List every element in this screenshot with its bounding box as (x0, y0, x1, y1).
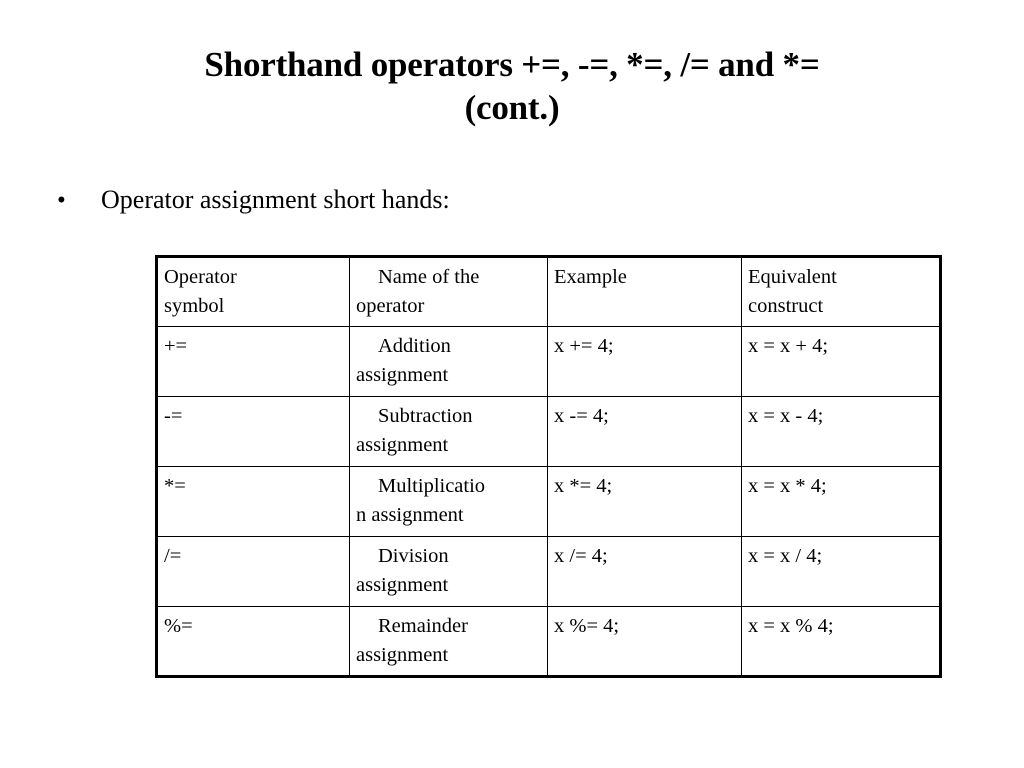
row-3-operator-name-line-1: Division (378, 545, 449, 567)
row-1-equivalent: x = x - 4; (741, 396, 941, 467)
row-4-equivalent: x = x % 4; (741, 606, 941, 677)
header-equivalent-construct-line-2: construct (748, 295, 824, 318)
row-2-operator-name-line-2: n assignment (356, 504, 464, 527)
row-3-equivalent: x = x / 4; (741, 536, 941, 607)
bullet-item-label: Operator assignment short hands: (101, 185, 450, 214)
page-title: Shorthand operators +=, -=, *=, /= and *… (62, 44, 962, 129)
header-cell-operator-symbol: Operator symbol (156, 256, 350, 327)
header-equivalent-construct-line-1: Equivalent (748, 266, 837, 288)
row-4-example: x %= 4; (547, 606, 742, 677)
header-cell-example: Example (547, 256, 742, 327)
row-2-equivalent: x = x * 4; (741, 466, 941, 537)
table-row: /= Division assignment x /= 4; x = x / 4… (156, 536, 941, 607)
row-0-operator-name-line-1: Addition (378, 335, 451, 357)
page-title-line-1: Shorthand operators +=, -=, *=, /= and *… (204, 45, 820, 84)
row-1-operator-name-line-2: assignment (356, 434, 449, 457)
header-name-of-operator-line-2: operator (356, 295, 425, 318)
row-1-example: x -= 4; (547, 396, 742, 467)
row-3-operator-name: Division assignment (349, 536, 548, 607)
row-1-operator-symbol: -= (156, 396, 350, 467)
header-operator-symbol-line-2: symbol (164, 295, 225, 318)
row-3-operator-name-line-2: assignment (356, 574, 449, 597)
shorthand-operators-table: Operator symbol Name of the operator Exa… (155, 255, 942, 678)
row-4-operator-name: Remainder assignment (349, 606, 548, 677)
page-title-line-2: (cont.) (464, 87, 560, 127)
table-row: *= Multiplicatio n assignment x *= 4; x … (156, 466, 941, 537)
bullet-list-item: • Operator assignment short hands: (57, 185, 450, 215)
row-0-operator-name: Addition assignment (349, 326, 548, 397)
row-2-operator-name-line-1: Multiplicatio (378, 475, 486, 497)
row-2-example: x *= 4; (547, 466, 742, 537)
header-cell-name-of-operator: Name of the operator (349, 256, 548, 327)
slide-canvas: Shorthand operators +=, -=, *=, /= and *… (0, 0, 1024, 768)
header-cell-equivalent-construct: Equivalent construct (741, 256, 941, 327)
header-name-of-operator-line-1: Name of the (378, 266, 480, 288)
row-4-operator-name-line-2: assignment (356, 644, 449, 667)
row-1-operator-name-line-1: Subtraction (378, 405, 473, 427)
row-1-operator-name: Subtraction assignment (349, 396, 548, 467)
row-2-operator-name: Multiplicatio n assignment (349, 466, 548, 537)
row-0-example: x += 4; (547, 326, 742, 397)
row-0-operator-name-line-2: assignment (356, 364, 449, 387)
row-3-operator-symbol: /= (156, 536, 350, 607)
header-example-line-1: Example (554, 266, 627, 288)
table-row: += Addition assignment x += 4; x = x + 4… (156, 326, 941, 397)
table-row: -= Subtraction assignment x -= 4; x = x … (156, 396, 941, 467)
table-row: %= Remainder assignment x %= 4; x = x % … (156, 606, 941, 677)
table-header-row: Operator symbol Name of the operator Exa… (156, 256, 941, 327)
row-0-operator-symbol: += (156, 326, 350, 397)
operators-table-container: Operator symbol Name of the operator Exa… (155, 255, 942, 678)
row-2-operator-symbol: *= (156, 466, 350, 537)
row-4-operator-symbol: %= (156, 606, 350, 677)
row-0-equivalent: x = x + 4; (741, 326, 941, 397)
row-3-example: x /= 4; (547, 536, 742, 607)
header-operator-symbol-line-1: Operator (164, 266, 237, 288)
row-4-operator-name-line-1: Remainder (378, 615, 468, 637)
bullet-point-icon: • (57, 187, 66, 214)
